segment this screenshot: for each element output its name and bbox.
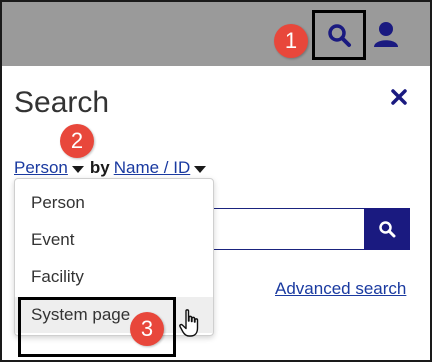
menu-item-event[interactable]: Event: [15, 222, 213, 258]
search-icon: [328, 24, 351, 47]
step-badge-1: 1: [274, 24, 308, 58]
chevron-down-icon[interactable]: [71, 165, 84, 173]
search-submit-button[interactable]: [364, 208, 410, 250]
advanced-search-link[interactable]: Advanced search: [275, 279, 406, 299]
step-badge-2: 2: [60, 124, 94, 158]
close-icon[interactable]: [390, 88, 408, 106]
hand-cursor-icon: [179, 309, 199, 337]
by-label: by: [89, 158, 110, 177]
step-badge-3: 3: [130, 312, 164, 346]
chevron-down-icon[interactable]: [194, 165, 207, 173]
search-toggle-button[interactable]: [312, 10, 366, 60]
search-icon: [379, 221, 396, 238]
app-window: 1 Search 2 Person by Name / ID Advanced …: [0, 0, 432, 362]
panel-title: Search: [14, 86, 110, 119]
menu-item-person[interactable]: Person: [15, 185, 213, 221]
menu-item-facility[interactable]: Facility: [15, 259, 213, 295]
entity-type-dropdown[interactable]: Person: [14, 158, 68, 178]
user-icon[interactable]: [372, 20, 400, 48]
search-input[interactable]: [202, 208, 364, 250]
search-selector-row: Person by Name / ID: [14, 158, 210, 178]
search-field-dropdown[interactable]: Name / ID: [114, 158, 191, 178]
